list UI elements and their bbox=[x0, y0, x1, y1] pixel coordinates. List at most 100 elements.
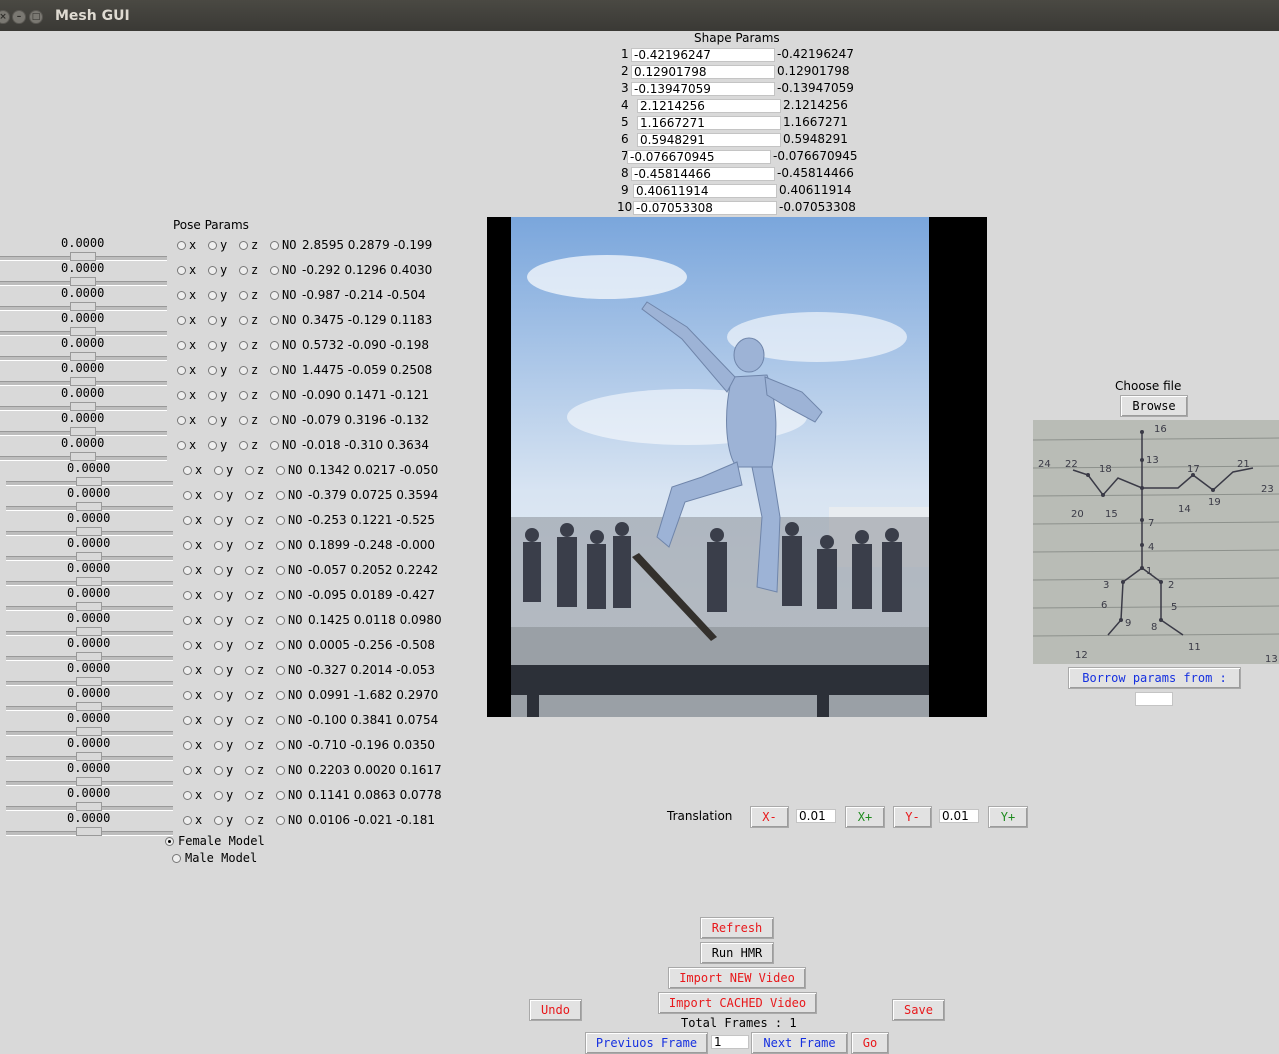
pose-slider-handle[interactable] bbox=[76, 577, 102, 586]
pose-axis-no-radio[interactable] bbox=[276, 716, 285, 725]
pose-axis-y-radio[interactable] bbox=[214, 516, 223, 525]
pose-slider-handle[interactable] bbox=[70, 377, 96, 386]
pose-axis-x-radio[interactable] bbox=[183, 466, 192, 475]
y-step-input[interactable] bbox=[939, 809, 979, 823]
pose-axis-x-radio[interactable] bbox=[183, 691, 192, 700]
frame-number-input[interactable] bbox=[711, 1035, 749, 1049]
pose-axis-x-radio[interactable] bbox=[177, 291, 186, 300]
pose-axis-z-radio[interactable] bbox=[245, 591, 254, 600]
pose-axis-x-radio[interactable] bbox=[183, 616, 192, 625]
pose-axis-no-radio[interactable] bbox=[276, 566, 285, 575]
pose-axis-y-radio[interactable] bbox=[214, 766, 223, 775]
pose-slider-handle[interactable] bbox=[76, 602, 102, 611]
pose-axis-x-radio[interactable] bbox=[177, 366, 186, 375]
pose-axis-no-radio[interactable] bbox=[276, 816, 285, 825]
pose-axis-z-radio[interactable] bbox=[245, 566, 254, 575]
pose-axis-no-radio[interactable] bbox=[276, 641, 285, 650]
pose-slider-handle[interactable] bbox=[76, 627, 102, 636]
shape-param-input[interactable] bbox=[637, 133, 781, 147]
pose-axis-x-radio[interactable] bbox=[183, 591, 192, 600]
pose-axis-no-radio[interactable] bbox=[270, 241, 279, 250]
pose-axis-y-radio[interactable] bbox=[214, 716, 223, 725]
pose-axis-z-radio[interactable] bbox=[245, 741, 254, 750]
x-step-input[interactable] bbox=[796, 809, 836, 823]
pose-axis-z-radio[interactable] bbox=[239, 391, 248, 400]
pose-axis-z-radio[interactable] bbox=[245, 466, 254, 475]
pose-axis-y-radio[interactable] bbox=[208, 341, 217, 350]
pose-axis-no-radio[interactable] bbox=[270, 341, 279, 350]
pose-axis-no-radio[interactable] bbox=[276, 466, 285, 475]
pose-slider-handle[interactable] bbox=[76, 652, 102, 661]
pose-axis-z-radio[interactable] bbox=[245, 766, 254, 775]
pose-axis-x-radio[interactable] bbox=[177, 391, 186, 400]
pose-axis-y-radio[interactable] bbox=[208, 366, 217, 375]
pose-axis-x-radio[interactable] bbox=[177, 416, 186, 425]
pose-slider-handle[interactable] bbox=[70, 302, 96, 311]
pose-axis-x-radio[interactable] bbox=[183, 716, 192, 725]
pose-axis-z-radio[interactable] bbox=[245, 641, 254, 650]
pose-slider-handle[interactable] bbox=[70, 402, 96, 411]
maximize-icon[interactable]: □ bbox=[29, 10, 43, 24]
pose-slider-handle[interactable] bbox=[70, 252, 96, 261]
previous-frame-button[interactable]: Previuos Frame bbox=[585, 1032, 708, 1054]
pose-axis-x-radio[interactable] bbox=[183, 566, 192, 575]
run-hmr-button[interactable]: Run HMR bbox=[700, 942, 774, 964]
pose-slider-handle[interactable] bbox=[70, 327, 96, 336]
shape-param-input[interactable] bbox=[627, 150, 771, 164]
pose-slider-handle[interactable] bbox=[70, 452, 96, 461]
pose-axis-z-radio[interactable] bbox=[245, 791, 254, 800]
pose-slider-handle[interactable] bbox=[76, 727, 102, 736]
pose-axis-z-radio[interactable] bbox=[239, 266, 248, 275]
pose-axis-y-radio[interactable] bbox=[208, 441, 217, 450]
y-plus-button[interactable]: Y+ bbox=[988, 806, 1028, 828]
pose-axis-y-radio[interactable] bbox=[214, 741, 223, 750]
pose-axis-y-radio[interactable] bbox=[208, 416, 217, 425]
pose-axis-z-radio[interactable] bbox=[245, 516, 254, 525]
pose-axis-x-radio[interactable] bbox=[183, 741, 192, 750]
pose-axis-no-radio[interactable] bbox=[270, 316, 279, 325]
shape-param-input[interactable] bbox=[631, 65, 775, 79]
pose-axis-y-radio[interactable] bbox=[214, 591, 223, 600]
pose-axis-z-radio[interactable] bbox=[239, 316, 248, 325]
pose-axis-z-radio[interactable] bbox=[245, 616, 254, 625]
pose-axis-x-radio[interactable] bbox=[183, 491, 192, 500]
pose-axis-y-radio[interactable] bbox=[214, 691, 223, 700]
close-icon[interactable]: × bbox=[0, 10, 10, 24]
pose-axis-x-radio[interactable] bbox=[183, 516, 192, 525]
pose-slider-handle[interactable] bbox=[76, 827, 102, 836]
save-button[interactable]: Save bbox=[892, 999, 945, 1021]
pose-axis-z-radio[interactable] bbox=[245, 541, 254, 550]
pose-slider-handle[interactable] bbox=[76, 477, 102, 486]
pose-axis-x-radio[interactable] bbox=[183, 766, 192, 775]
pose-slider-handle[interactable] bbox=[76, 677, 102, 686]
pose-slider-handle[interactable] bbox=[76, 802, 102, 811]
pose-axis-no-radio[interactable] bbox=[276, 616, 285, 625]
y-minus-button[interactable]: Y- bbox=[893, 806, 932, 828]
pose-axis-no-radio[interactable] bbox=[276, 591, 285, 600]
pose-axis-y-radio[interactable] bbox=[214, 566, 223, 575]
pose-axis-no-radio[interactable] bbox=[270, 266, 279, 275]
shape-param-input[interactable] bbox=[631, 48, 775, 62]
pose-axis-no-radio[interactable] bbox=[276, 741, 285, 750]
pose-axis-no-radio[interactable] bbox=[276, 541, 285, 550]
pose-axis-y-radio[interactable] bbox=[214, 641, 223, 650]
pose-axis-no-radio[interactable] bbox=[276, 691, 285, 700]
pose-slider-handle[interactable] bbox=[70, 352, 96, 361]
pose-axis-x-radio[interactable] bbox=[177, 341, 186, 350]
shape-param-input[interactable] bbox=[633, 184, 777, 198]
pose-axis-z-radio[interactable] bbox=[245, 666, 254, 675]
pose-axis-no-radio[interactable] bbox=[276, 791, 285, 800]
pose-axis-z-radio[interactable] bbox=[245, 491, 254, 500]
pose-axis-y-radio[interactable] bbox=[208, 266, 217, 275]
pose-axis-y-radio[interactable] bbox=[214, 666, 223, 675]
male-model-radio[interactable] bbox=[172, 854, 181, 863]
pose-slider-handle[interactable] bbox=[70, 427, 96, 436]
pose-axis-y-radio[interactable] bbox=[208, 291, 217, 300]
pose-axis-z-radio[interactable] bbox=[239, 441, 248, 450]
pose-slider-handle[interactable] bbox=[76, 752, 102, 761]
pose-axis-no-radio[interactable] bbox=[276, 491, 285, 500]
borrow-params-button[interactable]: Borrow params from : bbox=[1068, 667, 1241, 689]
borrow-params-input[interactable] bbox=[1135, 692, 1173, 706]
pose-slider-handle[interactable] bbox=[70, 277, 96, 286]
pose-axis-x-radio[interactable] bbox=[183, 641, 192, 650]
